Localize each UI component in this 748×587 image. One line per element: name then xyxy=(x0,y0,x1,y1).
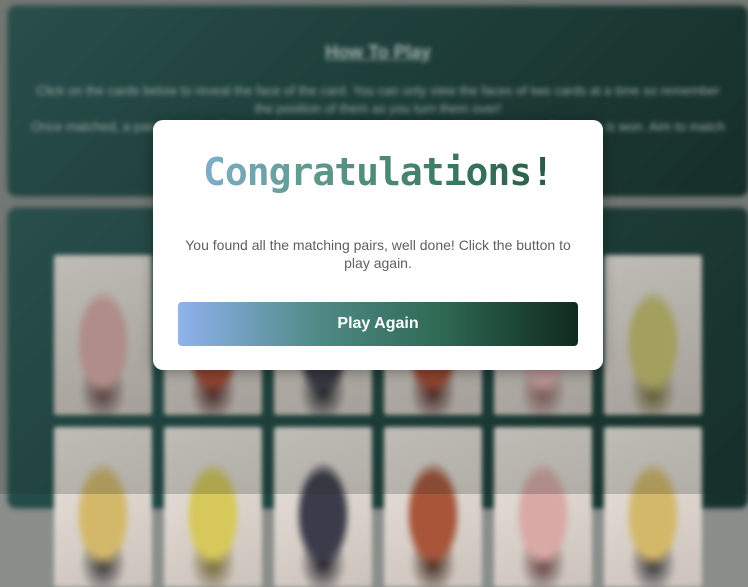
modal-message: You found all the matching pairs, well d… xyxy=(185,237,571,271)
congratulations-modal: Congratulations! You found all the match… xyxy=(153,120,603,370)
play-again-button[interactable]: Play Again xyxy=(178,302,578,346)
modal-title: Congratulations! xyxy=(153,150,603,194)
